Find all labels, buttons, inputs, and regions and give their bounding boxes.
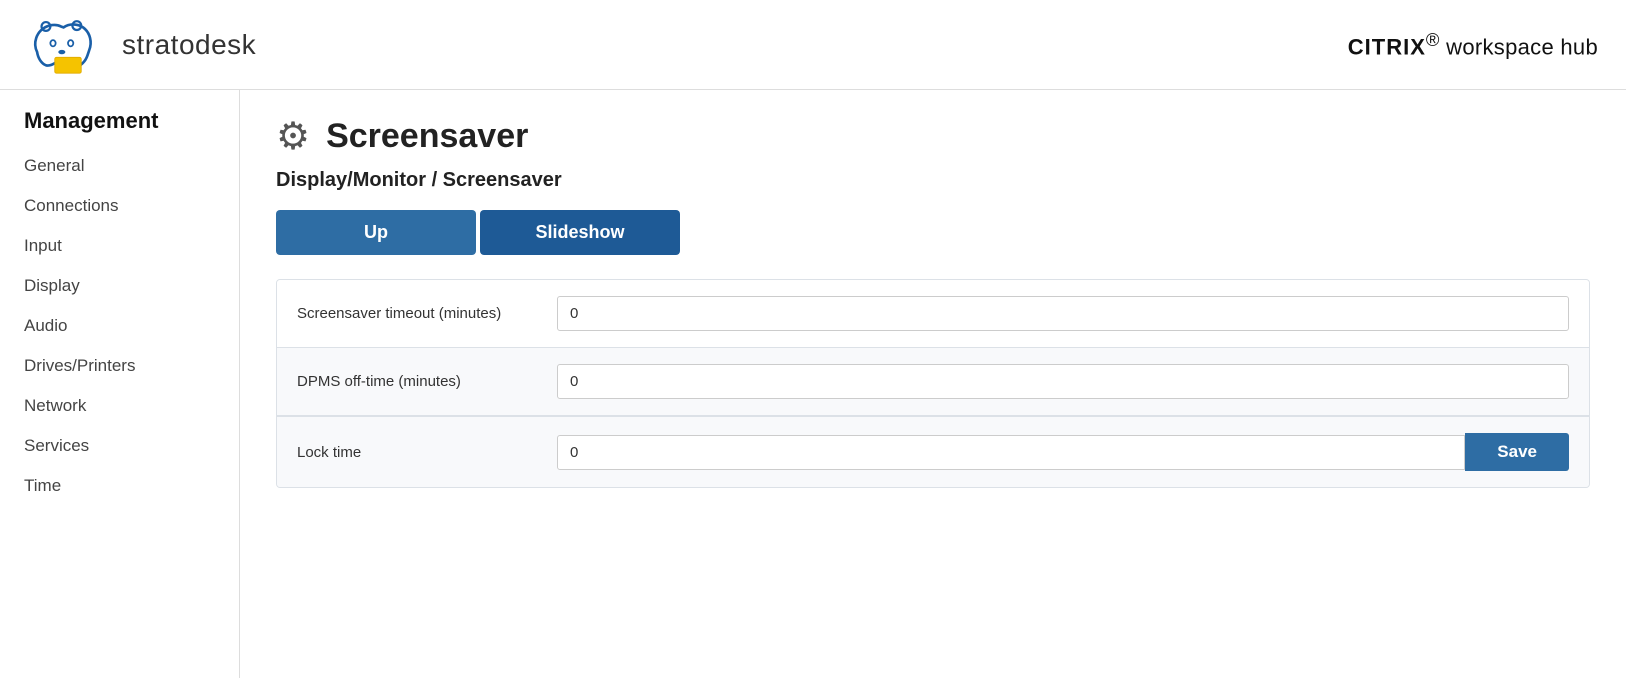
stratodesk-logo-icon — [28, 15, 108, 75]
lock-time-label: Lock time — [297, 444, 537, 461]
form-row-dpms-off-time: DPMS off-time (minutes) — [277, 348, 1589, 416]
sidebar-section-title: Management — [0, 108, 239, 146]
sidebar-item-input[interactable]: Input — [0, 226, 239, 266]
sidebar-item-connections[interactable]: Connections — [0, 186, 239, 226]
dpms-off-time-label: DPMS off-time (minutes) — [297, 373, 537, 390]
registered-icon: ® — [1426, 29, 1440, 50]
screensaver-timeout-label: Screensaver timeout (minutes) — [297, 305, 537, 322]
tab-buttons: Up Slideshow — [276, 210, 1590, 255]
form-section: Screensaver timeout (minutes) DPMS off-t… — [276, 279, 1590, 488]
page-title-row: ⚙ Screensaver — [276, 114, 1590, 159]
sidebar-item-drives-printers[interactable]: Drives/Printers — [0, 346, 239, 386]
sidebar-item-time[interactable]: Time — [0, 466, 239, 506]
tab-up-button[interactable]: Up — [276, 210, 476, 255]
logo-area: stratodesk — [28, 15, 256, 75]
citrix-branding: CiTRiX® workspace hub — [1348, 29, 1598, 60]
save-button[interactable]: Save — [1465, 433, 1569, 471]
form-row-screensaver-timeout: Screensaver timeout (minutes) — [277, 280, 1589, 348]
dpms-off-time-input[interactable] — [557, 364, 1569, 399]
layout: Management General Connections Input Dis… — [0, 90, 1626, 678]
page-title: Screensaver — [326, 117, 528, 156]
screensaver-timeout-input[interactable] — [557, 296, 1569, 331]
breadcrumb: Display/Monitor / Screensaver — [276, 169, 1590, 192]
sidebar: Management General Connections Input Dis… — [0, 90, 240, 678]
main-content: ⚙ Screensaver Display/Monitor / Screensa… — [240, 90, 1626, 678]
header: stratodesk CiTRiX® workspace hub — [0, 0, 1626, 90]
sidebar-item-network[interactable]: Network — [0, 386, 239, 426]
lock-time-input[interactable] — [557, 435, 1465, 470]
citrix-product: workspace hub — [1446, 34, 1598, 59]
sidebar-item-audio[interactable]: Audio — [0, 306, 239, 346]
sidebar-item-general[interactable]: General — [0, 146, 239, 186]
form-row-lock-time: Lock time Save — [277, 416, 1589, 487]
sidebar-item-services[interactable]: Services — [0, 426, 239, 466]
lock-time-save-area: Save — [557, 433, 1569, 471]
sidebar-item-display[interactable]: Display — [0, 266, 239, 306]
tab-slideshow-button[interactable]: Slideshow — [480, 210, 680, 255]
screensaver-gear-icon: ⚙ — [276, 114, 310, 159]
citrix-name: CiTRiX — [1348, 34, 1426, 59]
logo-text: stratodesk — [122, 29, 256, 61]
